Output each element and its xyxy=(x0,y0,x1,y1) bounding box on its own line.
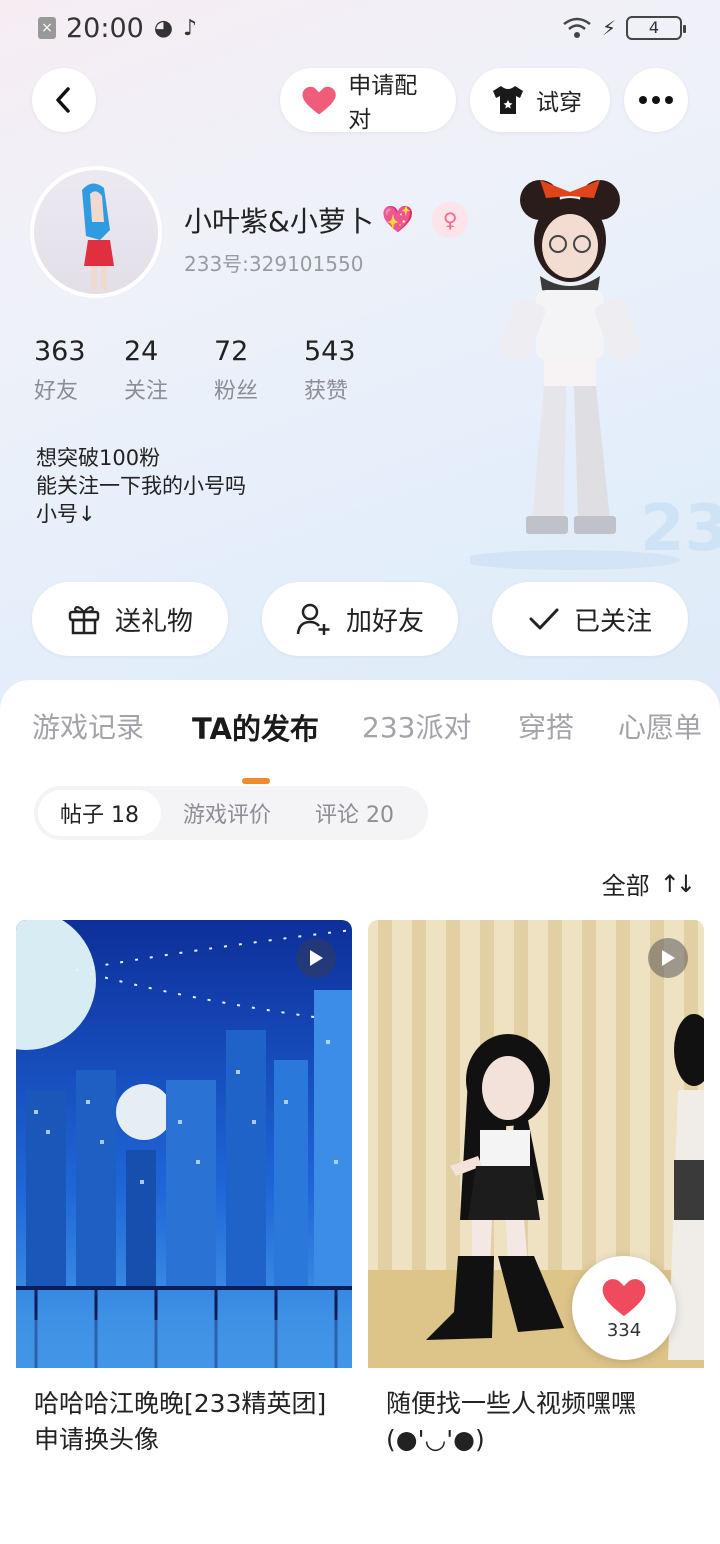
play-icon xyxy=(648,938,688,978)
like-button[interactable]: 334 xyxy=(572,1256,676,1360)
stat-friends[interactable]: 363 好友 xyxy=(34,336,124,405)
bio-line: 想突破100粉 xyxy=(36,446,161,470)
post-thumbnail xyxy=(16,920,352,1368)
avatar-3d-character: 233 xyxy=(470,180,720,570)
try-on-label: 试穿 xyxy=(536,90,582,116)
tab-wishlist[interactable]: 心愿单 xyxy=(618,706,702,746)
stat-label: 粉丝 xyxy=(214,379,259,404)
tab-233-party[interactable]: 233派对 xyxy=(362,706,471,746)
tab-game-records[interactable]: 游戏记录 xyxy=(32,706,144,746)
stat-value: 363 xyxy=(34,336,86,367)
like-count: 334 xyxy=(606,1319,642,1341)
post-title: 哈哈哈江晚晚[233精英团]申请换头像 xyxy=(34,1389,327,1454)
status-bar: × 20:00 ◕ ♪ ⚡ 4 xyxy=(0,0,720,56)
back-button[interactable] xyxy=(32,68,96,132)
subtab-game-reviews[interactable]: 游戏评价 xyxy=(161,790,293,836)
more-icon xyxy=(639,96,673,104)
sort-dropdown[interactable]: 全部 ↑↓ xyxy=(601,866,696,901)
stat-value: 543 xyxy=(304,336,356,367)
stat-label: 获赞 xyxy=(304,379,349,404)
charging-icon: ⚡ xyxy=(601,16,616,40)
username-text: 小叶紫&小萝卜 xyxy=(184,205,374,238)
more-button[interactable] xyxy=(624,68,688,132)
notification-icon: × xyxy=(38,17,56,39)
sort-label: 全部 xyxy=(601,872,650,900)
tiktok-icon: ♪ xyxy=(183,15,198,41)
user-id: 233号:329101550 xyxy=(184,252,364,276)
bio-line: 小号↓ xyxy=(36,502,96,526)
profile-username: 小叶紫&小萝卜 💖 ♀ xyxy=(184,200,469,240)
post-card[interactable]: 哈哈哈江晚晚[233精英团]申请换头像 xyxy=(16,920,352,1480)
gift-icon xyxy=(68,606,100,635)
avatar[interactable] xyxy=(30,166,162,298)
heart-icon xyxy=(302,86,336,115)
stat-value: 72 xyxy=(214,336,249,367)
compass-icon: ◕ xyxy=(153,15,174,41)
female-icon: ♀ xyxy=(432,202,469,238)
tab-outfits[interactable]: 穿搭 xyxy=(518,706,574,746)
svg-text:233: 233 xyxy=(640,492,720,566)
stat-likes[interactable]: 543 获赞 xyxy=(304,336,394,405)
stat-value: 24 xyxy=(124,336,159,367)
content-panel: 游戏记录 TA的发布 233派对 穿搭 心愿单 帖子 18 游戏评价 评论 20… xyxy=(0,680,720,1544)
try-on-button[interactable]: 试穿 xyxy=(470,68,610,132)
stat-fans[interactable]: 72 粉丝 xyxy=(214,336,304,405)
heart-icon xyxy=(602,1278,646,1316)
post-filter-tabs: 帖子 18 游戏评价 评论 20 xyxy=(34,786,428,840)
send-gift-button[interactable]: 送礼物 xyxy=(32,582,228,656)
send-gift-label: 送礼物 xyxy=(114,606,193,637)
shirt-icon xyxy=(493,86,523,114)
add-user-icon xyxy=(296,603,330,635)
add-friend-label: 加好友 xyxy=(345,606,424,637)
chevron-left-icon xyxy=(56,87,70,113)
profile-tabs: 游戏记录 TA的发布 233派对 穿搭 心愿单 xyxy=(0,698,720,784)
battery-icon: 4 xyxy=(626,16,686,40)
stat-label: 关注 xyxy=(124,379,169,404)
post-card[interactable]: 随便找一些人视频嘿嘿(●'◡'●) xyxy=(368,920,704,1480)
post-title: 随便找一些人视频嘿嘿(●'◡'●) xyxy=(386,1389,637,1454)
stat-label: 好友 xyxy=(34,379,79,404)
pair-request-label: 申请配对 xyxy=(348,73,418,133)
check-icon xyxy=(529,608,559,630)
sort-icon: ↑↓ xyxy=(659,869,696,898)
avatar-character-image xyxy=(82,183,114,290)
heart-sparkle-icon: 💖 xyxy=(381,205,415,235)
active-tab-indicator xyxy=(242,778,270,784)
subtab-comments[interactable]: 评论 20 xyxy=(293,790,416,836)
profile-stats: 363 好友 24 关注 72 粉丝 543 获赞 xyxy=(34,336,394,405)
profile-bio: 想突破100粉 能关注一下我的小号吗 小号↓ xyxy=(36,444,246,528)
following-button[interactable]: 已关注 xyxy=(492,582,688,656)
status-time: 20:00 xyxy=(66,12,144,44)
pair-request-button[interactable]: 申请配对 xyxy=(280,68,456,133)
wifi-icon xyxy=(563,17,591,38)
subtab-posts[interactable]: 帖子 18 xyxy=(38,790,161,836)
tab-posts[interactable]: TA的发布 xyxy=(192,706,319,748)
play-icon xyxy=(296,938,336,978)
city-night-image xyxy=(16,920,352,1368)
stat-following[interactable]: 24 关注 xyxy=(124,336,214,405)
following-label: 已关注 xyxy=(573,606,652,637)
add-friend-button[interactable]: 加好友 xyxy=(262,582,458,656)
bio-line: 能关注一下我的小号吗 xyxy=(36,474,246,498)
